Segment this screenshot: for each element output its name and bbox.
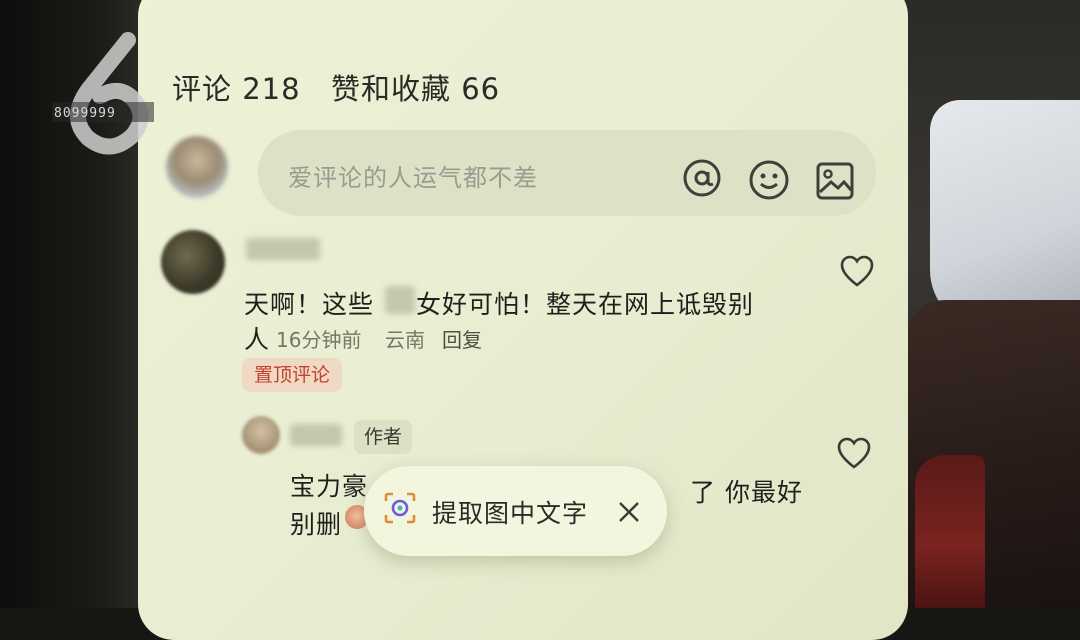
reply-button[interactable]: 回复 xyxy=(442,324,482,353)
commenter-avatar[interactable] xyxy=(161,230,225,294)
comment-text-part1: 天啊！这些 xyxy=(244,290,375,319)
my-avatar xyxy=(166,136,228,198)
tab-comments[interactable]: 评论 218 xyxy=(172,66,301,108)
comment-input-placeholder: 爱评论的人运气都不差 xyxy=(288,164,538,192)
channel-logo-number: 8099999 xyxy=(54,106,116,121)
close-icon[interactable] xyxy=(617,500,641,524)
at-icon[interactable] xyxy=(680,156,724,200)
comment-location: 云南 xyxy=(385,328,425,352)
like-heart-icon[interactable] xyxy=(839,254,875,290)
censored-word xyxy=(385,286,415,314)
reply-author-name-blurred xyxy=(290,424,342,446)
reply-author-avatar[interactable] xyxy=(242,416,280,454)
pinned-comment-badge: 置顶评论 xyxy=(242,358,343,392)
emoji-icon[interactable] xyxy=(747,158,791,202)
extract-text-label: 提取图中文字 xyxy=(432,499,589,528)
like-heart-icon[interactable] xyxy=(836,436,872,472)
comment-text-part2: 女好可怕！整天在网上诋毁别 xyxy=(416,290,755,319)
channel-6-logo xyxy=(52,32,154,155)
comment-text-line2: 人 xyxy=(244,325,271,354)
author-badge: 作者 xyxy=(354,420,413,454)
comment-time: 16分钟前 xyxy=(276,328,362,352)
commenter-name-blurred xyxy=(246,238,320,260)
reply-text-part1: 宝力豪 xyxy=(290,472,369,501)
reply-text-part2: 了 你最好 xyxy=(690,478,803,507)
scan-text-icon xyxy=(384,492,416,524)
tab-likes-favorites[interactable]: 赞和收藏 66 xyxy=(331,66,500,108)
background-cloth xyxy=(930,100,1080,330)
image-icon[interactable] xyxy=(814,160,856,202)
reply-text-line2: 别删 xyxy=(290,510,343,539)
sleeve xyxy=(915,455,985,608)
